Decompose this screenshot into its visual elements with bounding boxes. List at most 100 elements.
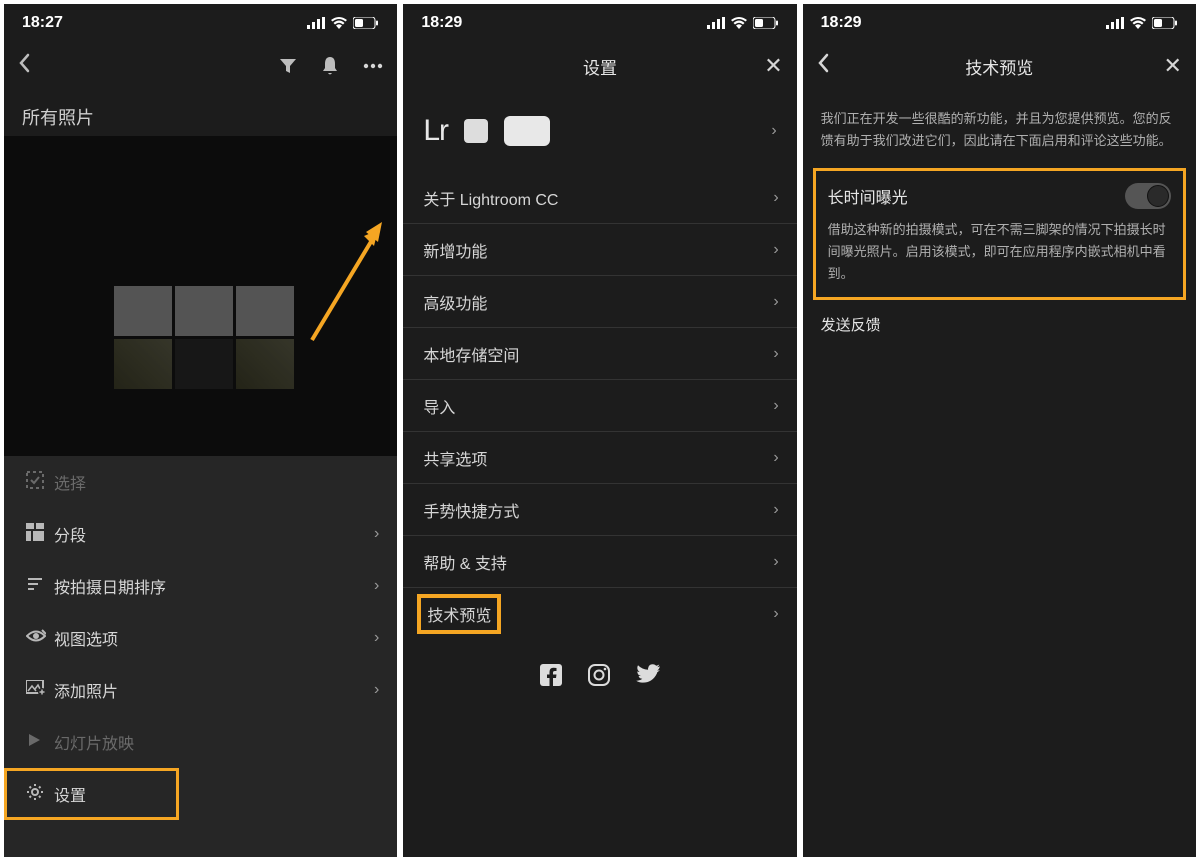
- menu-label: 添加照片: [54, 678, 374, 702]
- screen-all-photos: 18:27 所有照片: [4, 4, 397, 857]
- menu-view-options[interactable]: 视图选项 ›: [4, 612, 397, 664]
- tech-preview-card: 长时间曝光 借助这种新的拍摄模式，可在不需三脚架的情况下拍摄长时间曝光照片。启用…: [813, 168, 1186, 300]
- chevron-right-icon: ›: [771, 122, 776, 140]
- settings-label: 帮助 & 支持: [423, 550, 773, 574]
- settings-label: 新增功能: [423, 238, 773, 262]
- chevron-right-icon: ›: [374, 577, 379, 595]
- settings-label: 本地存储空间: [423, 342, 773, 366]
- back-button[interactable]: [817, 53, 829, 79]
- send-feedback-link[interactable]: 发送反馈: [803, 300, 1196, 349]
- wifi-icon: [731, 17, 747, 29]
- chevron-right-icon: ›: [374, 525, 379, 543]
- page-title: 技术预览: [877, 54, 1122, 79]
- account-row[interactable]: Lr ›: [403, 90, 796, 172]
- select-icon: [26, 471, 54, 494]
- chevron-right-icon: ›: [773, 449, 778, 467]
- status-bar: 18:29: [803, 4, 1196, 42]
- screen-tech-preview: 18:29 技术预览 ✕ 我们正在开发一些很酷的新功能，并且为您提供预览。您的反…: [803, 4, 1196, 857]
- settings-label: 手势快捷方式: [423, 498, 773, 522]
- tech-preview-highlight: 技术预览: [417, 594, 501, 634]
- status-icons: [1106, 17, 1178, 29]
- instagram-icon[interactable]: [588, 664, 610, 691]
- screen-settings: 18:29 设置 ✕ Lr › 关于 Lightroom CC › 新增功能 ›…: [403, 4, 796, 857]
- status-time: 18:27: [22, 14, 63, 32]
- dim-overlay: [4, 136, 397, 456]
- chevron-right-icon: ›: [773, 397, 778, 415]
- feature-description: 借助这种新的拍摄模式，可在不需三脚架的情况下拍摄长时间曝光照片。启用该模式，即可…: [824, 219, 1175, 285]
- menu-select: 选择: [4, 456, 397, 508]
- settings-tech-preview[interactable]: 技术预览 ›: [403, 588, 796, 640]
- menu-label: 选择: [54, 470, 379, 494]
- chevron-right-icon: ›: [773, 605, 778, 623]
- settings-list: 关于 Lightroom CC › 新增功能 › 高级功能 › 本地存储空间 ›…: [403, 172, 796, 640]
- close-button[interactable]: ✕: [1164, 53, 1182, 79]
- status-icons: [707, 17, 779, 29]
- avatar-square: [464, 119, 488, 143]
- settings-whatsnew[interactable]: 新增功能 ›: [403, 224, 796, 276]
- settings-storage[interactable]: 本地存储空间 ›: [403, 328, 796, 380]
- battery-icon: [353, 17, 379, 29]
- toggle-knob: [1147, 185, 1169, 207]
- intro-text: 我们正在开发一些很酷的新功能，并且为您提供预览。您的反馈有助于我们改进它们，因此…: [803, 90, 1196, 162]
- signal-icon: [307, 17, 325, 29]
- social-row: [403, 640, 796, 715]
- gallery-area: [4, 136, 397, 456]
- long-exposure-toggle[interactable]: [1125, 183, 1171, 209]
- status-icons: [307, 17, 379, 29]
- settings-label: 技术预览: [427, 608, 491, 625]
- battery-icon: [1152, 17, 1178, 29]
- nav-bar: 技术预览 ✕: [803, 42, 1196, 90]
- segments-icon: [26, 523, 54, 546]
- wifi-icon: [1130, 17, 1146, 29]
- menu-label: 设置: [54, 782, 161, 806]
- avatar-blob: [504, 116, 550, 146]
- chevron-right-icon: ›: [773, 241, 778, 259]
- settings-label: 导入: [423, 394, 773, 418]
- settings-label: 关于 Lightroom CC: [423, 186, 773, 210]
- close-button[interactable]: ✕: [764, 53, 782, 79]
- menu-segments[interactable]: 分段 ›: [4, 508, 397, 560]
- battery-icon: [753, 17, 779, 29]
- facebook-icon[interactable]: [540, 664, 562, 691]
- signal-icon: [1106, 17, 1124, 29]
- settings-label: 高级功能: [423, 290, 773, 314]
- chevron-right-icon: ›: [374, 629, 379, 647]
- toggle-label: 长时间曝光: [828, 184, 908, 208]
- lightroom-logo: Lr: [423, 114, 448, 148]
- menu-label: 视图选项: [54, 626, 374, 650]
- more-icon[interactable]: [363, 63, 383, 69]
- settings-sharing[interactable]: 共享选项 ›: [403, 432, 796, 484]
- menu-add-photos[interactable]: 添加照片 ›: [4, 664, 397, 716]
- gear-icon: [26, 783, 54, 806]
- chevron-right-icon: ›: [773, 345, 778, 363]
- settings-import[interactable]: 导入 ›: [403, 380, 796, 432]
- menu-sort[interactable]: 按拍摄日期排序 ›: [4, 560, 397, 612]
- settings-help[interactable]: 帮助 & 支持 ›: [403, 536, 796, 588]
- settings-gestures[interactable]: 手势快捷方式 ›: [403, 484, 796, 536]
- page-title: 所有照片: [4, 90, 397, 136]
- chevron-right-icon: ›: [773, 501, 778, 519]
- menu-slideshow: 幻灯片放映: [4, 716, 397, 768]
- sort-icon: [26, 575, 54, 598]
- chevron-right-icon: ›: [773, 189, 778, 207]
- twitter-icon[interactable]: [636, 664, 660, 691]
- add-photo-icon: [26, 680, 54, 701]
- status-bar: 18:29: [403, 4, 796, 42]
- play-icon: [26, 732, 54, 753]
- wifi-icon: [331, 17, 347, 29]
- settings-label: 共享选项: [423, 446, 773, 470]
- bell-icon[interactable]: [321, 56, 339, 76]
- status-time: 18:29: [821, 14, 862, 32]
- menu-settings[interactable]: 设置: [4, 768, 179, 820]
- nav-bar: 设置 ✕: [403, 42, 796, 90]
- context-menu: 选择 分段 › 按拍摄日期排序 › 视图选项 › 添: [4, 456, 397, 857]
- menu-label: 按拍摄日期排序: [54, 574, 374, 598]
- long-exposure-row: 长时间曝光: [824, 181, 1175, 219]
- filter-icon[interactable]: [279, 57, 297, 75]
- chevron-right-icon: ›: [773, 293, 778, 311]
- menu-label: 幻灯片放映: [54, 730, 379, 754]
- settings-premium[interactable]: 高级功能 ›: [403, 276, 796, 328]
- status-time: 18:29: [421, 14, 462, 32]
- settings-about[interactable]: 关于 Lightroom CC ›: [403, 172, 796, 224]
- back-button[interactable]: [18, 53, 30, 79]
